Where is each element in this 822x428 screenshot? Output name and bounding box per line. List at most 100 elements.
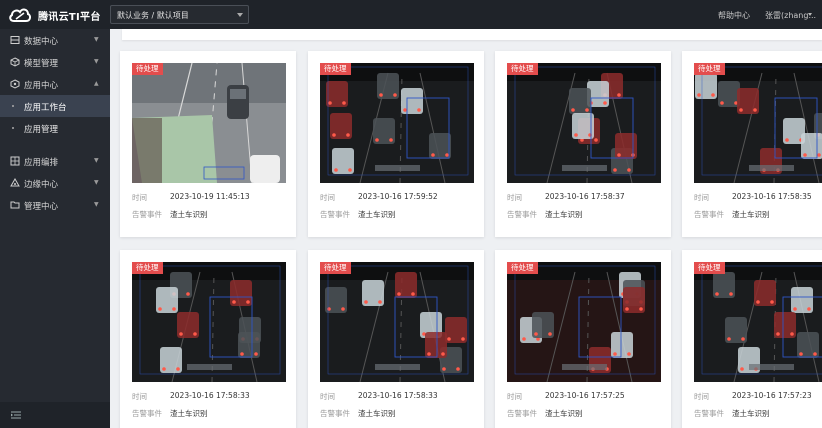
project-select-value: 默认业务 / 默认项目 — [117, 11, 189, 20]
time-label: 时间 — [320, 193, 335, 202]
event-value: 渣土车识别 — [358, 409, 396, 418]
event-value: 渣土车识别 — [170, 409, 208, 418]
time-label: 时间 — [694, 392, 709, 401]
time-value: 2023-10-16 17:58:33 — [358, 391, 438, 400]
alert-card[interactable]: 待处理时间 2023-10-16 17:58:37 告警事件 渣土车识别 — [495, 51, 671, 237]
flow-icon — [10, 156, 20, 166]
alert-snapshot-image[interactable]: 待处理 — [694, 262, 822, 382]
time-value: 2023-10-16 17:58:37 — [545, 192, 625, 201]
chevron-down-icon: ▼ — [94, 36, 99, 43]
chevron-down-icon: ▼ — [94, 58, 99, 65]
time-label: 时间 — [507, 193, 522, 202]
alert-snapshot-image[interactable]: 待处理 — [132, 262, 286, 382]
event-value: 渣土车识别 — [545, 409, 583, 418]
status-badge: 待处理 — [507, 262, 538, 274]
traffic-camera-frame — [132, 63, 286, 183]
sidebar-item-label: 模型管理 — [24, 59, 59, 69]
event-label: 告警事件 — [507, 210, 537, 219]
sidebar-item-label: 应用中心 — [24, 81, 59, 91]
event-value: 渣土车识别 — [732, 210, 770, 219]
traffic-camera-frame — [507, 262, 661, 382]
cube-icon — [10, 57, 20, 67]
alert-card[interactable]: 待处理 时间 2023-10-16 17:58:33 告警事件 渣土车识别 — [120, 250, 296, 428]
time-value: 2023-10-16 17:59:52 — [358, 192, 438, 201]
sidebar-item-management-center[interactable]: 管理中心 ▼ — [0, 194, 110, 216]
content-header — [122, 29, 822, 40]
folder-icon — [10, 201, 20, 209]
status-badge: 待处理 — [132, 262, 163, 274]
cloud-logo-icon[interactable] — [9, 6, 31, 23]
event-label: 告警事件 — [320, 409, 350, 418]
time-label: 时间 — [320, 392, 335, 401]
alert-snapshot-image[interactable]: 待处理 — [507, 63, 661, 183]
alert-card[interactable]: 待处理时间 2023-10-16 17:59:52 告警事件 渣土车识别 — [308, 51, 484, 237]
traffic-camera-frame — [694, 63, 822, 183]
time-label: 时间 — [132, 193, 147, 202]
status-badge: 待处理 — [320, 63, 351, 75]
sidebar-item-edge-center[interactable]: 边缘中心 ▼ — [0, 172, 110, 194]
time-value: 2023-10-16 17:57:25 — [545, 391, 625, 400]
project-select[interactable]: 默认业务 / 默认项目 — [110, 5, 249, 24]
alert-snapshot-image[interactable]: 待处理 — [694, 63, 822, 183]
alert-card[interactable]: 待处理 时间 2023-10-16 17:57:23 告警事件 渣土车识别 — [682, 250, 822, 428]
event-label: 告警事件 — [132, 409, 162, 418]
time-value: 2023-10-19 11:45:13 — [170, 192, 250, 201]
database-icon — [10, 36, 20, 44]
traffic-camera-frame — [694, 262, 822, 382]
event-label: 告警事件 — [320, 210, 350, 219]
sidebar-subitem-app-workbench[interactable]: 应用工作台 — [0, 95, 110, 117]
bullet-icon — [12, 127, 14, 129]
sidebar-item-app-orchestration[interactable]: 应用编排 ▼ — [0, 150, 110, 172]
event-label: 告警事件 — [132, 210, 162, 219]
sidebar-item-label: 管理中心 — [24, 202, 59, 212]
event-value: 渣土车识别 — [358, 210, 396, 219]
app-box-icon — [10, 79, 20, 89]
sidebar-item-data-center[interactable]: 数据中心 ▼ — [0, 29, 110, 51]
main-content: 待处理 时间 2023-10-19 11:45:13 告警事件 渣土车识别 待处理 时间 20… — [110, 29, 822, 428]
brand-title[interactable]: 腾讯云TI平台 — [38, 8, 101, 23]
sidebar-item-label: 应用编排 — [24, 158, 59, 168]
time-label: 时间 — [694, 193, 709, 202]
collapse-menu-icon[interactable] — [11, 411, 21, 419]
traffic-camera-frame — [320, 262, 474, 382]
status-badge: 待处理 — [320, 262, 351, 274]
alert-card[interactable]: 待处理时间 2023-10-16 17:57:25 告警事件 渣土车识别 — [495, 250, 671, 428]
top-bar: 腾讯云TI平台 默认业务 / 默认项目 帮助中心 张雷(zhang... — [0, 0, 822, 29]
chevron-down-icon — [237, 13, 243, 17]
help-center-link[interactable]: 帮助中心 — [718, 10, 750, 21]
event-label: 告警事件 — [694, 210, 724, 219]
event-value: 渣土车识别 — [170, 210, 208, 219]
event-value: 渣土车识别 — [545, 210, 583, 219]
sidebar-footer — [0, 402, 110, 428]
alert-card[interactable]: 待处理时间 2023-10-16 17:58:33 告警事件 渣土车识别 — [308, 250, 484, 428]
status-badge: 待处理 — [132, 63, 163, 75]
chevron-down-icon: ▼ — [94, 157, 99, 164]
sidebar-item-app-center[interactable]: 应用中心 ▲ — [0, 73, 110, 95]
chevron-down-icon[interactable] — [808, 13, 812, 16]
alert-snapshot-image[interactable]: 待处理 — [507, 262, 661, 382]
sidebar-item-label: 边缘中心 — [24, 180, 59, 190]
alert-card[interactable]: 待处理时间 2023-10-19 11:45:13 告警事件 渣土车识别 — [120, 51, 296, 237]
sidebar-item-model-management[interactable]: 模型管理 ▼ — [0, 51, 110, 73]
time-label: 时间 — [507, 392, 522, 401]
alert-snapshot-image[interactable]: 待处理 — [320, 63, 474, 183]
time-label: 时间 — [132, 392, 147, 401]
time-value: 2023-10-16 17:58:35 — [732, 192, 812, 201]
sidebar: 数据中心 ▼ 模型管理 ▼ 应用中心 ▲ 应用工作台 应用管理 应用编排 ▼ 边… — [0, 29, 110, 428]
status-badge: 待处理 — [507, 63, 538, 75]
alert-snapshot-image[interactable]: 待处理 — [320, 262, 474, 382]
event-label: 告警事件 — [694, 409, 724, 418]
event-label: 告警事件 — [507, 409, 537, 418]
sidebar-subitem-label: 应用管理 — [24, 125, 59, 135]
traffic-camera-frame — [132, 262, 286, 382]
chevron-up-icon: ▲ — [94, 80, 99, 87]
edge-icon — [10, 178, 20, 187]
traffic-camera-frame — [320, 63, 474, 183]
sidebar-subitem-app-management[interactable]: 应用管理 — [0, 117, 110, 139]
chevron-down-icon: ▼ — [94, 179, 99, 186]
alert-snapshot-image[interactable]: 待处理 — [132, 63, 286, 183]
sidebar-item-label: 数据中心 — [24, 37, 59, 47]
alert-card[interactable]: 待处理时间 2023-10-16 17:58:35 告警事件 渣土车识别 — [682, 51, 822, 237]
traffic-camera-frame — [507, 63, 661, 183]
status-badge: 待处理 — [694, 262, 725, 274]
